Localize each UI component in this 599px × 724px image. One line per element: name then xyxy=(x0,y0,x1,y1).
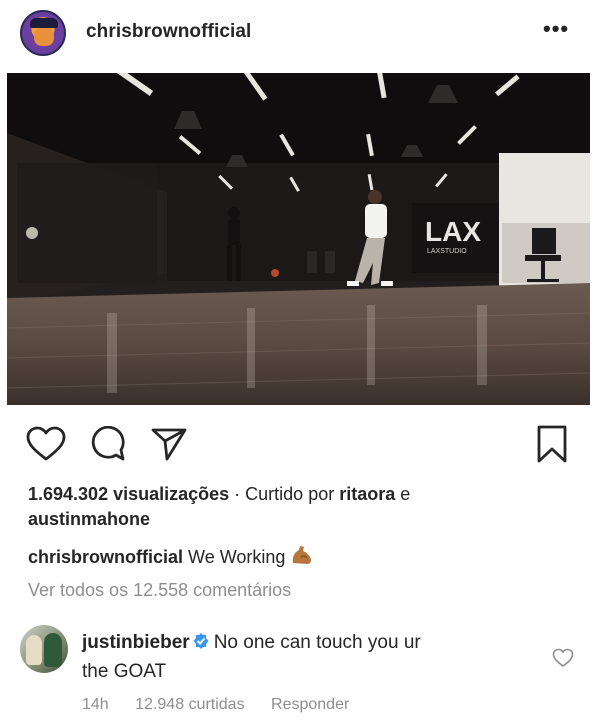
avatar-person-2 xyxy=(44,633,62,667)
heart-icon[interactable] xyxy=(26,426,66,462)
flexed-biceps-emoji xyxy=(293,546,312,564)
avatar-person-1 xyxy=(26,635,42,665)
post-username[interactable]: chrisbrownofficial xyxy=(86,21,251,43)
comment-meta: 14h 12.948 curtidas Responder xyxy=(82,696,371,714)
post-video[interactable]: LAX LAXSTUDIO xyxy=(7,73,590,405)
verified-badge-icon xyxy=(193,633,209,649)
comment-icon[interactable] xyxy=(90,426,126,462)
comment-like-icon[interactable] xyxy=(552,648,574,668)
views-line: 1.694.302 visualizações · Curtido por ri… xyxy=(28,484,410,505)
post-header: chrisbrownofficial ••• xyxy=(0,0,599,68)
views-count[interactable]: 1.694.302 visualizações xyxy=(28,484,229,504)
bookmark-icon[interactable] xyxy=(536,424,568,464)
avatar-cap xyxy=(30,18,58,28)
view-all-comments[interactable]: Ver todos os 12.558 comentários xyxy=(28,580,291,601)
caption-username[interactable]: chrisbrownofficial xyxy=(28,547,183,567)
avatar-face xyxy=(34,28,54,46)
profile-avatar[interactable] xyxy=(20,10,66,56)
studio-logo: LAX xyxy=(425,216,481,247)
liked-by-prefix: · Curtido por xyxy=(234,484,335,504)
video-frame: LAX LAXSTUDIO xyxy=(7,73,590,405)
send-icon[interactable] xyxy=(150,426,188,462)
comment-likes[interactable]: 12.948 curtidas xyxy=(135,696,244,713)
liked-by-and: e xyxy=(400,484,411,504)
more-options-icon[interactable]: ••• xyxy=(543,16,569,42)
caption-text: We Working xyxy=(188,547,286,567)
comment-text-2: the GOAT xyxy=(82,661,167,682)
comment-username[interactable]: justinbieber xyxy=(82,632,190,653)
comment-time: 14h xyxy=(82,696,109,713)
liked-by-user2[interactable]: austinmahone xyxy=(28,509,150,529)
comment-body: justinbieber No one can touch you ur the … xyxy=(82,628,532,686)
liked-by-line2: austinmahone xyxy=(28,509,150,530)
caption: chrisbrownofficial We Working xyxy=(28,544,314,568)
comment-reply[interactable]: Responder xyxy=(271,696,349,713)
studio-logo-sub: LAXSTUDIO xyxy=(427,248,467,255)
action-bar xyxy=(0,418,599,470)
comment-text-1: No one can touch you ur xyxy=(213,632,421,653)
liked-by-user1[interactable]: ritaora xyxy=(339,484,395,504)
comment-avatar[interactable] xyxy=(20,625,68,673)
